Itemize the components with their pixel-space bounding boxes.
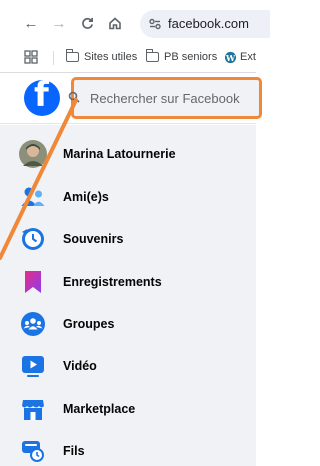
sidebar-item-feeds[interactable]: Fils <box>18 431 248 466</box>
svg-text:W: W <box>225 52 236 62</box>
apps-grid-icon[interactable] <box>24 48 38 66</box>
sidebar-item-groups[interactable]: Groupes <box>18 304 248 344</box>
video-icon <box>18 351 48 381</box>
sidebar-item-video[interactable]: Vidéo <box>18 346 248 386</box>
facebook-logo-letter: f <box>34 75 49 115</box>
sidebar-item-friends[interactable]: Ami(e)s <box>18 177 248 217</box>
bookmarks-bar: Sites utiles PB seniors W Ext <box>0 44 256 70</box>
search-icon <box>68 91 80 103</box>
folder-icon <box>145 49 159 62</box>
bookmark-label: Sites utiles <box>84 51 138 63</box>
memories-clock-icon <box>18 224 48 254</box>
sidebar-item-label: Fils <box>63 444 85 458</box>
feeds-icon <box>18 436 48 466</box>
sidebar-item-marketplace[interactable]: Marketplace <box>18 389 248 429</box>
bookmark-extension[interactable]: W Ext <box>224 48 256 66</box>
site-settings-icon[interactable] <box>148 17 162 31</box>
bookmark-label: Ext <box>240 51 256 63</box>
sidebar-item-label: Vidéo <box>63 359 97 373</box>
browser-nav-row: ← → facebook.com <box>0 8 270 38</box>
sidebar-item-label: Marketplace <box>63 402 136 416</box>
sidebar-item-label: Souvenirs <box>63 232 124 246</box>
wordpress-icon: W <box>225 51 237 63</box>
forward-arrow-icon[interactable]: → <box>50 14 68 32</box>
sidebar-item-saved[interactable]: Enregistrements <box>18 262 248 302</box>
profile-avatar <box>18 139 48 169</box>
sidebar-item-memories[interactable]: Souvenirs <box>18 219 248 259</box>
bookmark-icon <box>18 267 48 297</box>
marketplace-icon <box>18 394 48 424</box>
bookmark-label: PB seniors <box>164 51 218 63</box>
sidebar-item-profile[interactable]: Marina Latournerie <box>18 134 248 174</box>
url-text: facebook.com <box>168 16 249 31</box>
back-arrow-icon[interactable]: ← <box>22 14 40 32</box>
search-box[interactable] <box>68 77 262 119</box>
reload-icon[interactable] <box>78 14 96 32</box>
sidebar-item-label: Ami(e)s <box>63 190 109 204</box>
bookmarks-divider <box>53 51 54 65</box>
facebook-logo[interactable]: f <box>24 75 60 116</box>
home-icon[interactable] <box>106 14 124 32</box>
address-bar[interactable]: facebook.com <box>140 10 270 38</box>
sidebar-item-label: Enregistrements <box>63 275 162 289</box>
browser-chrome: ← → facebook.com Sites utiles PB seniors… <box>0 0 270 73</box>
sidebar-item-label: Marina Latournerie <box>63 147 176 161</box>
left-sidebar: Marina Latournerie Ami(e)s Souvenirs Enr… <box>0 125 256 466</box>
search-input[interactable] <box>90 80 250 116</box>
groups-icon <box>18 309 48 339</box>
facebook-header: f <box>0 74 262 124</box>
sidebar-item-label: Groupes <box>63 317 115 331</box>
folder-icon <box>65 49 79 62</box>
bookmark-sites-utiles[interactable]: Sites utiles <box>65 48 138 66</box>
bookmark-pb-seniors[interactable]: PB seniors <box>145 48 218 66</box>
friends-icon <box>18 182 48 212</box>
